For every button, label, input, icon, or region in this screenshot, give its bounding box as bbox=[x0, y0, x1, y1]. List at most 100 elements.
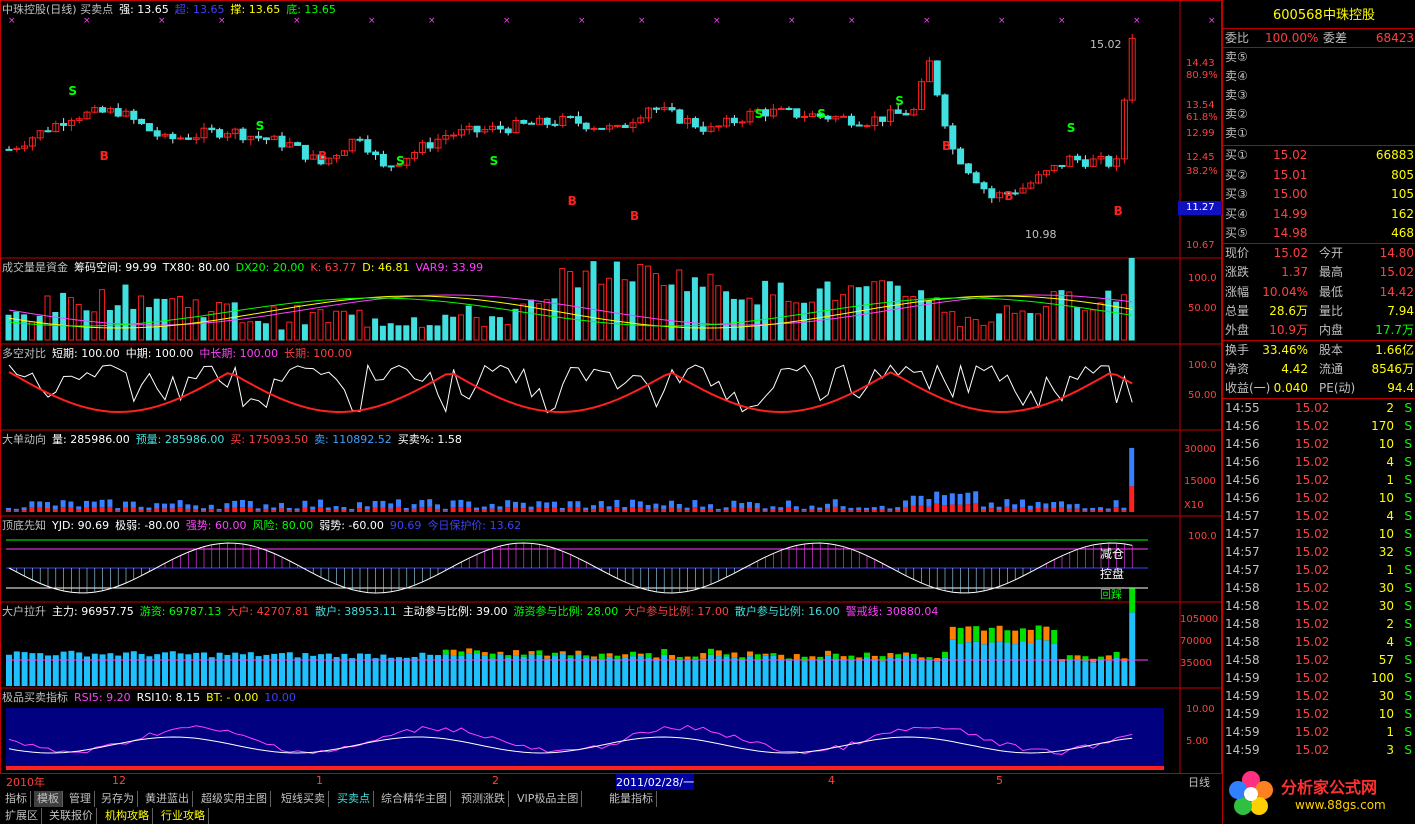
candle-body bbox=[980, 182, 988, 190]
sell-bar bbox=[934, 491, 940, 504]
tab-短线买卖[interactable]: 短线买卖 bbox=[278, 791, 329, 807]
indicator-value: RSI10: 8.15 bbox=[136, 691, 201, 704]
volume-bar bbox=[816, 288, 823, 341]
sell-bar bbox=[1051, 502, 1057, 509]
hot-bar bbox=[474, 650, 480, 654]
sell-bar bbox=[684, 507, 690, 511]
panel-name[interactable]: 顶底先知 bbox=[2, 519, 46, 532]
volume-bar bbox=[1081, 310, 1088, 341]
volume-bar bbox=[777, 282, 784, 341]
sell-bar bbox=[442, 508, 448, 511]
volume-bar bbox=[387, 323, 394, 341]
retail-bar bbox=[965, 642, 972, 686]
panel-name[interactable]: 多空对比 bbox=[2, 347, 46, 360]
sell-bar bbox=[364, 506, 370, 510]
buy-bar bbox=[731, 507, 737, 512]
tab-指标[interactable]: 指标 bbox=[2, 791, 31, 807]
tab-另存为[interactable]: 另存为 bbox=[98, 791, 138, 807]
hot-bar bbox=[770, 653, 777, 656]
retail-bar bbox=[427, 654, 434, 686]
buy-bar bbox=[497, 509, 503, 512]
sell-bar bbox=[201, 508, 206, 511]
quote-label: 最低 bbox=[1319, 284, 1344, 299]
sell-bar bbox=[380, 500, 386, 508]
tab-管理[interactable]: 管理 bbox=[66, 791, 95, 807]
buy-bar bbox=[622, 510, 628, 512]
panel-name[interactable]: 大单动向 bbox=[2, 433, 46, 446]
sell-bar bbox=[856, 507, 862, 511]
volume-bar bbox=[996, 313, 1003, 341]
buy-bar bbox=[403, 510, 409, 512]
buy-row: 买⑤ 14.98 468 bbox=[1223, 224, 1415, 242]
tick-row: 14:57 15.02 10 S bbox=[1223, 525, 1415, 543]
tab-行业攻略[interactable]: 行业攻略 bbox=[158, 808, 209, 824]
volume-bar bbox=[340, 310, 347, 341]
stat-label: 收益(一) bbox=[1225, 381, 1271, 395]
volume-bar bbox=[949, 311, 956, 341]
tab-预测涨跌[interactable]: 预测涨跌 bbox=[458, 791, 509, 807]
tab-综合精华主图[interactable]: 综合精华主图 bbox=[378, 791, 451, 807]
period-label[interactable]: 日线 bbox=[1188, 774, 1210, 790]
tick-flag: S bbox=[1404, 401, 1412, 415]
retail-bar bbox=[848, 659, 855, 686]
candle-body bbox=[988, 188, 996, 199]
tab-关联报价[interactable]: 关联报价 bbox=[46, 808, 97, 824]
retail-bar bbox=[903, 656, 909, 686]
sell-bar bbox=[879, 505, 885, 510]
retail-bar bbox=[715, 656, 722, 686]
panel-name[interactable]: 成交量是資金 bbox=[2, 261, 68, 274]
tab-超级实用主图[interactable]: 超级实用主图 bbox=[198, 791, 271, 807]
tick-row: 14:58 15.02 2 S bbox=[1223, 615, 1415, 633]
dh-scale-label: 35000 bbox=[1180, 658, 1212, 669]
candle-body bbox=[590, 127, 598, 130]
tick-flag: S bbox=[1404, 671, 1412, 685]
tick-volume: 170 bbox=[1371, 419, 1394, 433]
retail-bar bbox=[240, 654, 246, 686]
tab-扩展区[interactable]: 扩展区 bbox=[2, 808, 42, 824]
buy-bar bbox=[653, 508, 659, 512]
sell-bar bbox=[1113, 500, 1119, 508]
sell-bar bbox=[653, 503, 659, 509]
buy-bar bbox=[770, 509, 776, 512]
tab-能量指标[interactable]: 能量指标 bbox=[606, 791, 657, 807]
buy-volume: 805 bbox=[1391, 167, 1414, 182]
panel-name[interactable]: 大户拉升 bbox=[2, 605, 46, 618]
tab-黄进蓝出[interactable]: 黄进蓝出 bbox=[142, 791, 193, 807]
buy-bar bbox=[918, 505, 924, 512]
tab-机构攻略[interactable]: 机构攻略 bbox=[102, 808, 153, 824]
retail-bar bbox=[130, 651, 137, 686]
retail-bar bbox=[567, 657, 574, 686]
sell-bar bbox=[700, 506, 706, 510]
tick-time: 14:58 bbox=[1225, 617, 1260, 631]
candle-body bbox=[177, 137, 185, 140]
candle-body bbox=[301, 144, 309, 160]
tab-买卖点[interactable]: 买卖点 bbox=[334, 791, 374, 807]
volume-bar bbox=[988, 321, 995, 341]
sell-bar bbox=[778, 507, 784, 511]
tab-模板[interactable]: 模板 bbox=[34, 791, 63, 807]
volume-bar bbox=[925, 300, 932, 341]
panel-name[interactable]: 极品买卖指标 bbox=[2, 691, 68, 704]
panel-name[interactable]: 中珠控股(日线) 买卖点 bbox=[2, 3, 113, 16]
watermark-name: 分析家公式网 bbox=[1281, 778, 1378, 797]
sell-row: 卖② bbox=[1223, 105, 1415, 123]
indicator-value: K: 63.77 bbox=[310, 261, 357, 274]
volume-bar bbox=[543, 299, 550, 341]
buy-bar bbox=[458, 507, 464, 512]
control-label: 控盘 bbox=[1100, 566, 1124, 581]
sell-bar bbox=[918, 495, 924, 506]
retail-bar bbox=[505, 657, 512, 686]
signal-S: S bbox=[817, 107, 826, 121]
tab-VIP极品主图[interactable]: VIP极品主图 bbox=[514, 791, 583, 807]
buy-price: 14.98 bbox=[1273, 226, 1308, 240]
buy-bar bbox=[1043, 508, 1049, 512]
price-scale-label: 80.9% bbox=[1186, 70, 1218, 81]
x-axis-label: 2011/02/28/一 bbox=[616, 774, 695, 790]
sell-bar bbox=[786, 500, 791, 508]
quote-label: 总量 bbox=[1225, 303, 1250, 318]
candle-body bbox=[1058, 164, 1066, 167]
retail-bar bbox=[76, 652, 83, 686]
volume-bar bbox=[114, 305, 121, 341]
volume-bar bbox=[1089, 309, 1096, 341]
candle-body bbox=[1081, 159, 1089, 167]
